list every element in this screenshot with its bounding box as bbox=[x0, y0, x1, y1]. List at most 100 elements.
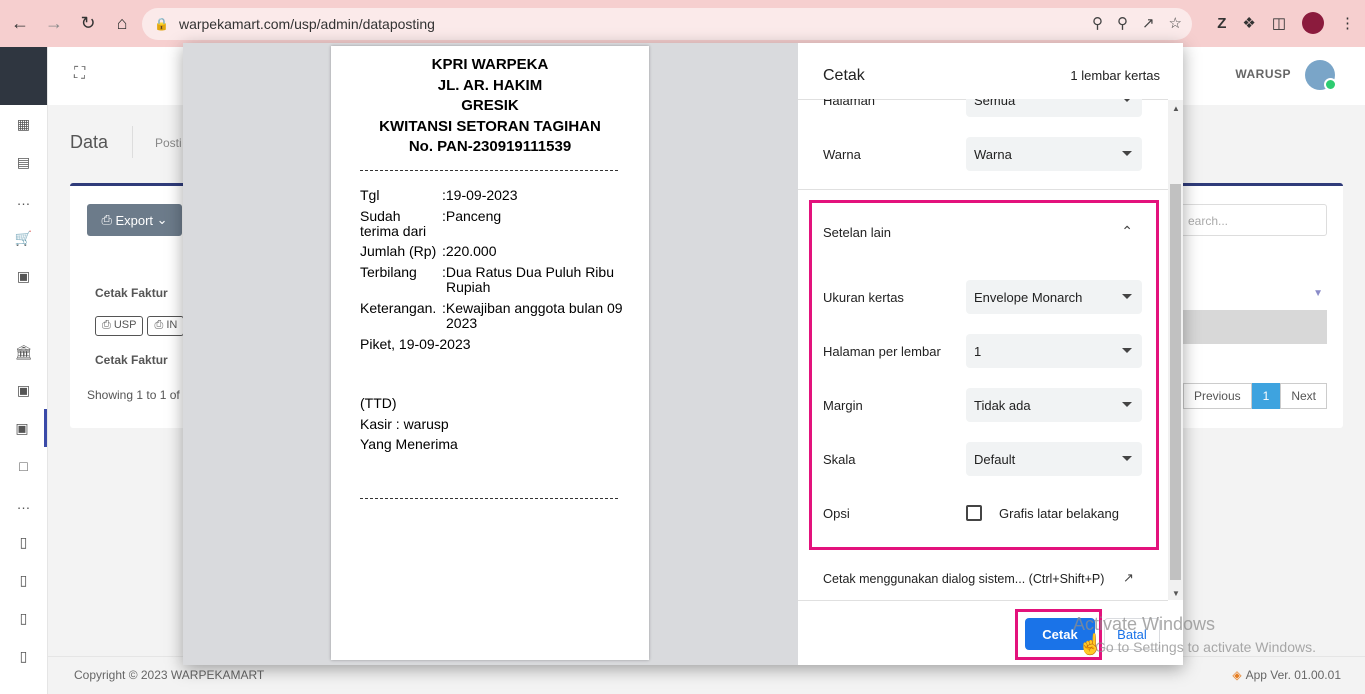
color-value: Warna bbox=[974, 147, 1012, 162]
pages-label: Halaman bbox=[823, 99, 876, 108]
previous-button[interactable]: Previous bbox=[1182, 383, 1252, 409]
dashboard-icon[interactable]: ▦ bbox=[0, 105, 47, 143]
note-icon[interactable]: □ bbox=[0, 447, 47, 485]
clipboard-icon[interactable]: ▤ bbox=[0, 143, 47, 181]
reload-icon[interactable]: ↻ bbox=[74, 10, 102, 38]
print-usp-button[interactable]: ⎙ USP bbox=[95, 316, 144, 336]
export-label: Export bbox=[115, 212, 154, 228]
receipt-value: :Panceng bbox=[442, 208, 502, 224]
key-icon[interactable]: ⚲ bbox=[1092, 14, 1103, 32]
share-icon[interactable]: ↗ bbox=[1142, 14, 1155, 32]
bank-icon[interactable]: 🏛 bbox=[0, 333, 47, 371]
divider bbox=[360, 170, 618, 171]
book-icon[interactable]: ▯ bbox=[0, 523, 47, 561]
receipt-key: Sudah terima dari bbox=[360, 208, 427, 239]
column-header-cetak-faktur: Cetak Faktur bbox=[95, 286, 168, 300]
pages-select[interactable]: Semua bbox=[966, 99, 1142, 117]
book-icon-4[interactable]: ▯ bbox=[0, 637, 47, 675]
receipt-key: Keterangan. bbox=[360, 300, 437, 316]
extension-z-icon[interactable]: Z bbox=[1217, 15, 1226, 32]
color-label: Warna bbox=[823, 147, 861, 162]
zoom-icon[interactable]: ⚲ bbox=[1117, 14, 1128, 32]
print-in-label: IN bbox=[166, 319, 178, 331]
puzzle-icon[interactable]: ❖ bbox=[1242, 14, 1255, 32]
star-icon[interactable]: ☆ bbox=[1169, 14, 1182, 32]
receipt-org: KPRI WARPEKA bbox=[431, 56, 549, 73]
page-1-button[interactable]: 1 bbox=[1251, 383, 1281, 409]
divider bbox=[798, 189, 1168, 190]
receipt-key: Terbilang bbox=[360, 264, 417, 280]
more-icon: … bbox=[16, 192, 31, 208]
divider bbox=[360, 498, 618, 499]
breadcrumb: Posti bbox=[132, 126, 182, 158]
receipt-value: :220.000 bbox=[442, 243, 497, 259]
book-icon-3[interactable]: ▯ bbox=[0, 599, 47, 637]
receipt-title: KWITANSI SETORAN TAGIHAN bbox=[379, 117, 601, 135]
sheet-count: 1 lembar kertas bbox=[1070, 68, 1160, 83]
forward-icon[interactable]: → bbox=[40, 10, 68, 38]
receipt-cashier: Kasir : warusp bbox=[360, 416, 449, 432]
receipt-key: Jumlah (Rp) bbox=[360, 243, 437, 259]
money-icon-3[interactable]: ▣ bbox=[0, 409, 47, 447]
user-name[interactable]: WARUSP bbox=[1235, 67, 1291, 81]
pages-value: Semua bbox=[974, 99, 1016, 108]
scroll-up-icon[interactable]: ▲ bbox=[1172, 104, 1180, 113]
color-row: Warna Warna bbox=[823, 137, 1143, 171]
receipt-address: JL. AR. HAKIM bbox=[437, 76, 543, 94]
receipt-place-date: Piket, 19-09-2023 bbox=[360, 336, 471, 352]
sidepanel-icon[interactable]: ◫ bbox=[1272, 14, 1286, 32]
scrollbar-thumb[interactable] bbox=[1170, 184, 1181, 580]
next-button[interactable]: Next bbox=[1280, 383, 1327, 409]
receipt-page: KPRI WARPEKA JL. AR. HAKIM GRESIK KWITAN… bbox=[331, 46, 649, 660]
money-icon[interactable]: ▣ bbox=[0, 257, 47, 295]
print-dialog: KPRI WARPEKA JL. AR. HAKIM GRESIK KWITAN… bbox=[183, 43, 1183, 665]
pagination: Previous 1 Next bbox=[1182, 383, 1327, 409]
system-dialog-link[interactable]: Cetak menggunakan dialog sistem... (Ctrl… bbox=[823, 572, 1104, 586]
profile-avatar[interactable] bbox=[1302, 12, 1324, 34]
table-info: Showing 1 to 1 of 1 bbox=[87, 388, 190, 402]
external-link-icon[interactable]: ↗ bbox=[1123, 570, 1134, 586]
book-icon-2[interactable]: ▯ bbox=[0, 561, 47, 599]
fullscreen-icon[interactable]: ⛶ bbox=[74, 65, 85, 83]
activate-windows-hint: Go to Settings to activate Windows. bbox=[1095, 639, 1316, 655]
hand-cursor-icon: ☝ bbox=[1078, 634, 1103, 656]
divider bbox=[798, 600, 1168, 601]
user-avatar[interactable] bbox=[1305, 60, 1337, 91]
home-icon[interactable]: ⌂ bbox=[108, 10, 136, 38]
receipt-key: Tgl bbox=[360, 187, 380, 203]
lock-icon: 🔒 bbox=[154, 17, 169, 31]
receipt-signature: (TTD) bbox=[360, 395, 397, 411]
page-title: Data bbox=[70, 132, 109, 152]
receipt-receiver: Yang Menerima bbox=[360, 436, 458, 452]
version-text: App Ver. 01.00.01 bbox=[1245, 668, 1341, 682]
app-version: ◈ App Ver. 01.00.01 bbox=[1232, 668, 1341, 682]
print-in-button[interactable]: ⎙ IN bbox=[147, 316, 185, 336]
cart-icon[interactable]: 🛒 bbox=[0, 219, 47, 257]
layers-icon: ◈ bbox=[1232, 668, 1242, 682]
chevron-down-icon bbox=[1122, 99, 1132, 102]
sort-icon[interactable]: ▼ bbox=[1313, 288, 1323, 299]
back-icon[interactable]: ← bbox=[6, 10, 34, 38]
print-settings-panel: Cetak 1 lembar kertas Halaman Semua Warn… bbox=[798, 43, 1183, 665]
receipt-number: No. PAN-230919111539 bbox=[408, 138, 572, 155]
column-footer-cetak-faktur: Cetak Faktur bbox=[95, 353, 168, 367]
receipt-value: :Dua Ratus Dua Puluh Ribu Rupiah bbox=[442, 264, 614, 295]
app-sidebar: ▦ ▤ … 🛒 ▣ 🏛 ▣ ▣ □ … ▯ ▯ ▯ ▯ bbox=[0, 47, 48, 694]
scroll-down-icon[interactable]: ▼ bbox=[1172, 589, 1180, 598]
print-usp-label: USP bbox=[113, 319, 137, 331]
print-preview: KPRI WARPEKA JL. AR. HAKIM GRESIK KWITAN… bbox=[183, 43, 798, 665]
export-button[interactable]: ⎙ Export ⌄ bbox=[87, 204, 182, 236]
money-icon-2[interactable]: ▣ bbox=[0, 371, 47, 409]
url-text: warpekamart.com/usp/admin/dataposting bbox=[178, 16, 435, 32]
brand-block bbox=[0, 47, 47, 105]
color-select[interactable]: Warna bbox=[966, 137, 1142, 171]
address-bar[interactable]: 🔒 warpekamart.com/usp/admin/dataposting … bbox=[142, 8, 1192, 40]
receipt-value: :Kewajiban anggota bulan 09 2023 bbox=[442, 300, 623, 331]
copyright: Copyright © 2023 WARPEKAMART bbox=[74, 668, 265, 682]
search-input[interactable]: earch... bbox=[1177, 204, 1327, 236]
menu-kebab-icon[interactable]: ⋮ bbox=[1340, 14, 1355, 32]
chevron-down-icon bbox=[1122, 151, 1132, 156]
settings-scrollbar[interactable]: ▲ ▼ bbox=[1168, 100, 1183, 600]
browser-toolbar: ← → ↻ ⌂ 🔒 warpekamart.com/usp/admin/data… bbox=[0, 0, 1365, 47]
